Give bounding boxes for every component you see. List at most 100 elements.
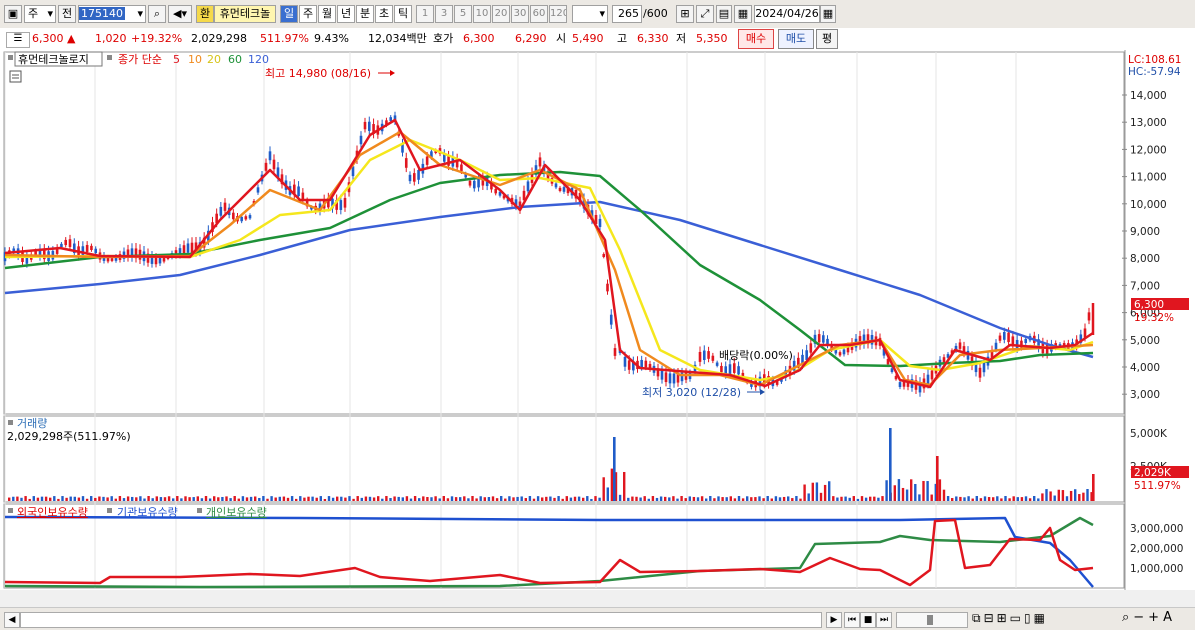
count-input[interactable]: 265	[612, 5, 642, 23]
candle-body	[190, 242, 194, 253]
candle-body	[472, 180, 476, 189]
stock-code-value: 175140	[79, 7, 125, 20]
scroll-right-icon[interactable]: ▶	[826, 612, 842, 628]
interval-dropdown[interactable]: ▾	[572, 5, 608, 23]
individual-legend[interactable]: 개인보유수량	[206, 506, 267, 519]
volume-bar	[356, 496, 359, 501]
period-tab[interactable]: 초	[375, 5, 393, 23]
interval-tab[interactable]: 3	[435, 5, 453, 23]
scroll-left-icon[interactable]: ◀	[4, 612, 20, 628]
volume-bar	[975, 496, 978, 501]
volume-bar	[864, 497, 868, 501]
volume-bar	[110, 496, 113, 501]
interval-tab[interactable]: 10	[473, 5, 491, 23]
currency-toggle[interactable]: 환	[196, 5, 214, 23]
view-tools-icons[interactable]: ⧉⊟⊞▭▯▦	[972, 611, 1048, 626]
first-page-icon[interactable]: ⏮	[844, 612, 860, 628]
line-tool-icon[interactable]: ⤢	[696, 5, 714, 23]
last-volume-pct: 511.97%	[1134, 480, 1181, 492]
volume-bar	[405, 496, 409, 501]
date-input[interactable]: 2024/04/26	[754, 5, 820, 23]
interval-tab[interactable]: 5	[454, 5, 472, 23]
volume-bar	[996, 496, 999, 501]
holdings-marker-icon	[8, 508, 13, 513]
volume-bar	[692, 496, 696, 501]
volume-bar	[286, 497, 290, 501]
period-tab[interactable]: 주	[299, 5, 317, 23]
volume-bar	[303, 497, 306, 501]
last-page-icon[interactable]: ⏭	[876, 612, 892, 628]
chart-area: 최고 14,980 (08/16) 최저 3,020 (12/28) 배당락(0…	[0, 50, 1195, 605]
stop-icon[interactable]: ■	[860, 612, 876, 628]
volume-bar	[135, 497, 138, 501]
volume-bar	[983, 496, 987, 501]
volume-bar	[778, 497, 782, 501]
chart-tools-icon[interactable]: ⊞	[676, 5, 694, 23]
price-change: 1,020	[95, 32, 127, 45]
interval-tab[interactable]: 30	[511, 5, 529, 23]
zoom-controls-icons[interactable]: ⌕−+A	[1122, 610, 1176, 625]
volume-bar	[582, 497, 585, 501]
candle-body	[1087, 312, 1091, 321]
volume-bar	[397, 496, 400, 501]
period-tab[interactable]: 일	[280, 5, 298, 23]
interval-tab[interactable]: 60	[530, 5, 548, 23]
volume-bar	[532, 498, 536, 501]
volume-bar	[787, 496, 790, 501]
market-select[interactable]: 주 ▾	[24, 5, 56, 23]
interval-tab[interactable]: 20	[492, 5, 510, 23]
sell-button[interactable]: 매도	[778, 29, 814, 49]
zoom-slider[interactable]	[896, 612, 968, 628]
period-tab[interactable]: 년	[337, 5, 355, 23]
info-menu-icon[interactable]: ☰	[6, 32, 30, 48]
volume-spike	[889, 428, 892, 501]
period-tab[interactable]: 틱	[394, 5, 412, 23]
calendar-icon[interactable]: ▦	[820, 5, 836, 23]
stock-code-input[interactable]: 175140 ▾	[78, 5, 146, 23]
scroll-track[interactable]	[20, 612, 822, 628]
chart-canvas[interactable]: 최고 14,980 (08/16) 최저 3,020 (12/28) 배당락(0…	[0, 50, 1195, 605]
volume-bar	[782, 496, 786, 501]
volume-bar	[639, 497, 642, 501]
buy-button[interactable]: 매수	[738, 29, 774, 49]
speaker-icon[interactable]: ◀▾	[168, 5, 192, 23]
interval-tab[interactable]: 120	[549, 5, 567, 23]
ma120-legend[interactable]: 120	[248, 53, 269, 66]
volume-spike	[936, 456, 939, 501]
volume-bar	[225, 496, 228, 501]
volume-bar	[172, 498, 175, 501]
ma10-legend[interactable]: 10	[188, 53, 202, 66]
volume-bar	[184, 496, 187, 501]
prev-button[interactable]: 전	[58, 5, 76, 23]
ma20-legend[interactable]: 20	[207, 53, 221, 66]
interval-tab[interactable]: 1	[416, 5, 434, 23]
volume-bar	[987, 497, 991, 501]
ma60-legend[interactable]: 60	[228, 53, 242, 66]
volume-bar	[65, 497, 68, 501]
foreign-legend[interactable]: 외국인보유수량	[17, 506, 88, 519]
eval-button[interactable]: 평	[816, 29, 838, 49]
table-icon[interactable]	[9, 70, 22, 83]
volume-bar	[241, 496, 245, 501]
save-icon[interactable]: ▦	[734, 5, 752, 23]
search-icon[interactable]: ⌕	[148, 5, 166, 23]
candle-body	[698, 351, 702, 362]
volume-bar	[381, 498, 384, 501]
volume-bar	[102, 496, 105, 501]
candle-body	[297, 186, 300, 197]
candle-body	[339, 200, 343, 210]
period-tab[interactable]: 월	[318, 5, 336, 23]
volume-bar	[737, 496, 741, 501]
volume-bar	[696, 497, 700, 501]
period-tab[interactable]: 분	[356, 5, 374, 23]
price-change-pct: +19.32%	[131, 32, 183, 45]
institution-legend[interactable]: 기관보유수량	[117, 506, 178, 519]
zoom-slider-thumb[interactable]	[927, 615, 933, 625]
candle-body	[627, 360, 631, 370]
lock-icon[interactable]: ▤	[716, 5, 732, 23]
ma5-legend[interactable]: 5	[173, 53, 180, 66]
window-icon[interactable]: ▣	[4, 5, 22, 23]
volume-bar	[746, 496, 749, 501]
volume-bar	[1024, 496, 1028, 501]
candle-body	[1002, 332, 1006, 340]
